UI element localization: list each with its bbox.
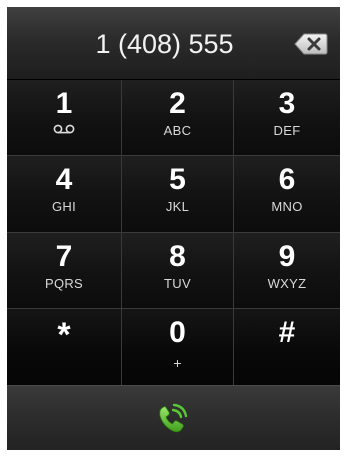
key-7[interactable]: 7 PQRS	[7, 233, 122, 309]
key-4[interactable]: 4 GHI	[7, 156, 122, 233]
key-digit: 6	[278, 163, 296, 196]
key-digit: 4	[55, 163, 73, 196]
call-button[interactable]	[153, 398, 193, 438]
key-2[interactable]: 2 ABC	[122, 80, 234, 156]
key-letters: GHI	[51, 199, 76, 214]
backspace-icon	[294, 33, 328, 55]
key-letters: WXYZ	[267, 276, 307, 291]
key-3[interactable]: 3 DEF	[234, 80, 340, 156]
phone-dialer: 1 (408) 555 1 2 ABC 3 DEF 4 GHI 5 JKL 6 …	[7, 7, 340, 450]
dialed-number: 1 (408) 555	[95, 29, 234, 59]
call-bar	[7, 385, 340, 450]
key-9[interactable]: 9 WXYZ	[234, 233, 340, 309]
key-letters: JKL	[165, 199, 190, 214]
key-digit: #	[278, 316, 296, 349]
key-8[interactable]: 8 TUV	[122, 233, 234, 309]
key-digit: 9	[278, 240, 296, 273]
phone-call-icon	[159, 403, 188, 433]
key-digit: 2	[169, 87, 186, 120]
key-letters: MNO	[271, 199, 303, 214]
keypad: 1 2 ABC 3 DEF 4 GHI 5 JKL 6 MNO 7 PQRS 8…	[7, 80, 340, 385]
key-digit: 8	[169, 240, 186, 273]
key-hash[interactable]: #	[234, 309, 340, 385]
key-star[interactable]: *	[7, 309, 122, 385]
backspace-button[interactable]	[294, 33, 328, 55]
key-letters: TUV	[164, 276, 191, 291]
voicemail-icon	[53, 124, 75, 134]
key-digit: 0	[169, 316, 186, 349]
key-letters: DEF	[273, 123, 301, 138]
key-letters: +	[173, 355, 182, 371]
key-0[interactable]: 0 +	[122, 309, 234, 385]
key-digit: *	[57, 316, 71, 354]
key-5[interactable]: 5 JKL	[122, 156, 234, 233]
number-display: 1 (408) 555	[7, 7, 340, 80]
key-digit: 7	[55, 240, 73, 273]
key-letters: PQRS	[44, 276, 84, 291]
key-letters: ABC	[163, 123, 192, 138]
key-digit: 5	[169, 163, 186, 196]
key-1[interactable]: 1	[7, 80, 122, 156]
key-6[interactable]: 6 MNO	[234, 156, 340, 233]
key-digit: 1	[55, 87, 73, 120]
key-digit: 3	[278, 87, 296, 120]
